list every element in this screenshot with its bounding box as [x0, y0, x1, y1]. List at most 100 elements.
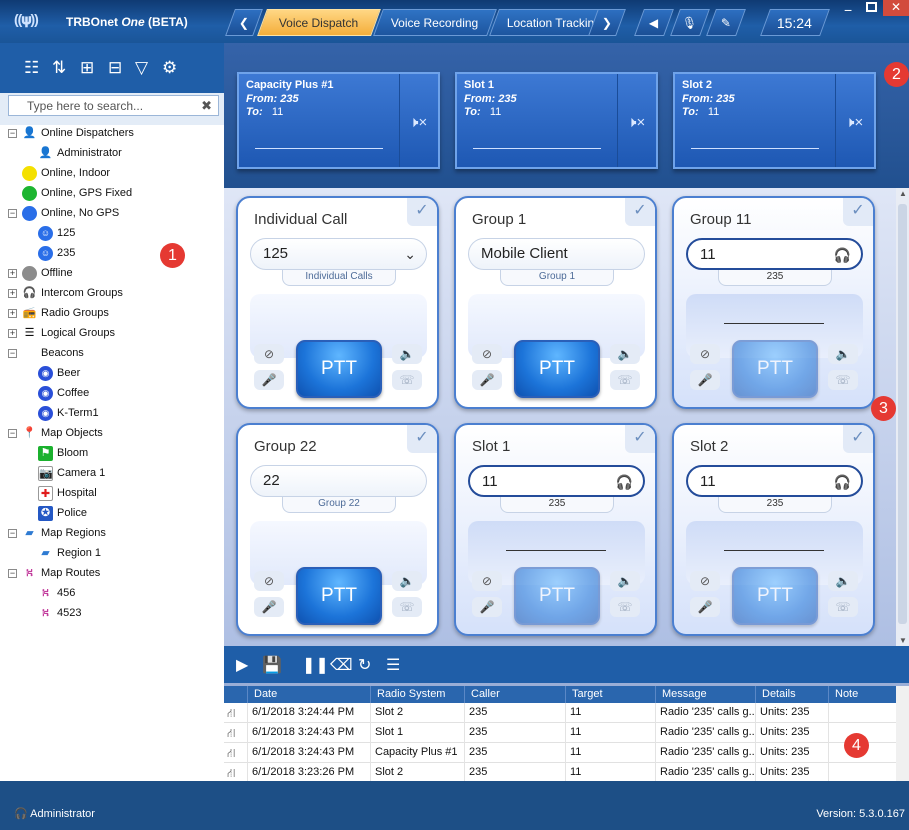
- log-column-header[interactable]: Caller: [464, 686, 565, 703]
- columns-list-icon[interactable]: ☰: [386, 655, 400, 675]
- call-card[interactable]: Slot 2 ✓ 11 🎧 235 ⊘ 🎤 PTT 🔈 ☏: [672, 423, 875, 636]
- tab-voice-recording[interactable]: Voice Recording: [373, 9, 497, 36]
- callback-icon[interactable]: ☏: [610, 370, 640, 390]
- close-button[interactable]: ✕: [883, 0, 909, 16]
- speaker-icon[interactable]: 🔈: [392, 344, 422, 364]
- microphone-button[interactable]: 🎙: [670, 9, 710, 36]
- expand-icon[interactable]: +: [8, 288, 17, 298]
- tree-item[interactable]: ◉ Beer: [0, 363, 224, 383]
- expand-icon[interactable]: +: [8, 268, 17, 278]
- tree-item[interactable]: − 📍 Map Objects: [0, 423, 224, 443]
- ptt-button[interactable]: PTT: [514, 340, 600, 398]
- log-row[interactable]: ⛙ 6/1/2018 3:24:43 PM Capacity Plus #1 235 1…: [224, 743, 896, 763]
- clear-icon[interactable]: ⌫: [330, 655, 353, 675]
- tree-item[interactable]: − ⛕ Map Routes: [0, 563, 224, 583]
- tree-item[interactable]: ⛕ 456: [0, 583, 224, 603]
- cancel-icon[interactable]: ⊘: [254, 344, 284, 364]
- collapse-icon[interactable]: −: [8, 528, 17, 538]
- microphone-icon[interactable]: 🎤: [690, 370, 720, 390]
- minimize-button[interactable]: −: [844, 2, 852, 18]
- tab-voice-dispatch[interactable]: Voice Dispatch: [257, 9, 381, 36]
- check-icon[interactable]: ✓: [407, 198, 437, 226]
- cancel-icon[interactable]: ⊘: [254, 571, 284, 591]
- card-target-field[interactable]: 125 ⌄: [250, 238, 427, 270]
- speaker-button[interactable]: ◀: [634, 9, 674, 36]
- headset-icon[interactable]: 🎧: [616, 467, 633, 497]
- cards-scrollbar[interactable]: ▲ ▼: [896, 188, 909, 646]
- scroll-down-icon[interactable]: ▼: [899, 636, 907, 645]
- mute-speaker-icon[interactable]: 🕨×: [845, 114, 863, 131]
- search-input[interactable]: [9, 96, 189, 115]
- collapse-icon[interactable]: −: [8, 428, 17, 438]
- slot-card[interactable]: Slot 2 From: 235 To: 11 🕨×: [673, 72, 876, 169]
- check-icon[interactable]: ✓: [407, 425, 437, 453]
- tree-item[interactable]: + ☰ Logical Groups: [0, 323, 224, 343]
- card-target-field[interactable]: Mobile Client: [468, 238, 645, 270]
- microphone-icon[interactable]: 🎤: [472, 370, 502, 390]
- tree-item[interactable]: 👤 Administrator: [0, 143, 224, 163]
- microphone-icon[interactable]: 🎤: [690, 597, 720, 617]
- call-card[interactable]: Group 22 ✓ 22 Group 22 ⊘ 🎤 PTT 🔈 ☏: [236, 423, 439, 636]
- tree-item[interactable]: + 📻 Radio Groups: [0, 303, 224, 323]
- speaker-icon[interactable]: 🔈: [610, 344, 640, 364]
- tree-item[interactable]: − ▰ Map Regions: [0, 523, 224, 543]
- callback-icon[interactable]: ☏: [392, 597, 422, 617]
- callback-icon[interactable]: ☏: [610, 597, 640, 617]
- log-scrollbar[interactable]: [896, 686, 909, 781]
- mute-speaker-icon[interactable]: 🕨×: [627, 114, 645, 131]
- card-target-field[interactable]: 11 🎧: [686, 465, 863, 497]
- ptt-button[interactable]: PTT: [732, 340, 818, 398]
- collapse-icon[interactable]: −: [8, 568, 17, 578]
- tree-item[interactable]: + 🎧 Intercom Groups: [0, 283, 224, 303]
- call-card[interactable]: Group 11 ✓ 11 🎧 235 ⊘ 🎤 PTT 🔈 ☏: [672, 196, 875, 409]
- tree-item[interactable]: − 👤 Online Dispatchers: [0, 123, 224, 143]
- speaker-icon[interactable]: 🔈: [392, 571, 422, 591]
- speaker-icon[interactable]: 🔈: [828, 571, 858, 591]
- expand-icon[interactable]: +: [8, 328, 17, 338]
- microphone-icon[interactable]: 🎤: [472, 597, 502, 617]
- card-target-field[interactable]: 22: [250, 465, 427, 497]
- collapse-all-icon[interactable]: ⊟: [108, 59, 122, 77]
- card-target-field[interactable]: 11 🎧: [686, 238, 863, 270]
- maximize-button[interactable]: [866, 2, 877, 12]
- log-column-header[interactable]: Date: [247, 686, 370, 703]
- log-row[interactable]: ⛙ 6/1/2018 3:23:26 PM Slot 2 235 11 Radio '23…: [224, 763, 896, 781]
- callback-icon[interactable]: ☏: [828, 370, 858, 390]
- tree-item[interactable]: ▰ Region 1: [0, 543, 224, 563]
- log-column-header[interactable]: Radio System: [370, 686, 464, 703]
- log-column-header[interactable]: Details: [755, 686, 828, 703]
- expand-icon[interactable]: +: [8, 308, 17, 318]
- tree-item[interactable]: ⚑ Bloom: [0, 443, 224, 463]
- tree-item[interactable]: ◉ K-Term1: [0, 403, 224, 423]
- call-card[interactable]: Individual Call ✓ 125 ⌄ Individual Calls ⊘ 🎤 PT…: [236, 196, 439, 409]
- check-icon[interactable]: ✓: [843, 198, 873, 226]
- filter-settings-icon[interactable]: ☷: [24, 59, 39, 77]
- cancel-icon[interactable]: ⊘: [690, 344, 720, 364]
- card-target-field[interactable]: 11 🎧: [468, 465, 645, 497]
- check-icon[interactable]: ✓: [625, 198, 655, 226]
- call-card[interactable]: Group 1 ✓ Mobile Client Group 1 ⊘ 🎤 PTT 🔈 ☏: [454, 196, 657, 409]
- tree-item[interactable]: Online, Indoor: [0, 163, 224, 183]
- headset-icon[interactable]: 🎧: [834, 467, 851, 497]
- microphone-icon[interactable]: 🎤: [254, 370, 284, 390]
- cancel-icon[interactable]: ⊘: [472, 344, 502, 364]
- headset-icon[interactable]: 🎧: [834, 240, 851, 270]
- tree-item[interactable]: Online, GPS Fixed: [0, 183, 224, 203]
- chevron-down-icon[interactable]: ⌄: [404, 239, 416, 269]
- ptt-button[interactable]: PTT: [514, 567, 600, 625]
- callback-icon[interactable]: ☏: [828, 597, 858, 617]
- refresh-icon[interactable]: ↻: [358, 655, 371, 675]
- log-row[interactable]: ⛙ 6/1/2018 3:24:43 PM Slot 1 235 11 Radio '23…: [224, 723, 896, 743]
- pause-icon[interactable]: ❚❚: [302, 655, 329, 675]
- tree-item[interactable]: ✚ Hospital: [0, 483, 224, 503]
- expand-all-icon[interactable]: ⊞: [80, 59, 94, 77]
- play-icon[interactable]: ▶: [236, 655, 248, 675]
- tree-item[interactable]: ⛕ 4523: [0, 603, 224, 623]
- tree-item[interactable]: 📷 Camera 1: [0, 463, 224, 483]
- collapse-icon[interactable]: −: [8, 128, 17, 138]
- sort-icon[interactable]: ⇅: [52, 59, 66, 77]
- slot-card[interactable]: Capacity Plus #1 From: 235 To: 11 🕨×: [237, 72, 440, 169]
- tree-item[interactable]: ☺ 235: [0, 243, 224, 263]
- call-card[interactable]: Slot 1 ✓ 11 🎧 235 ⊘ 🎤 PTT 🔈 ☏: [454, 423, 657, 636]
- gear-icon[interactable]: ⚙: [162, 59, 177, 77]
